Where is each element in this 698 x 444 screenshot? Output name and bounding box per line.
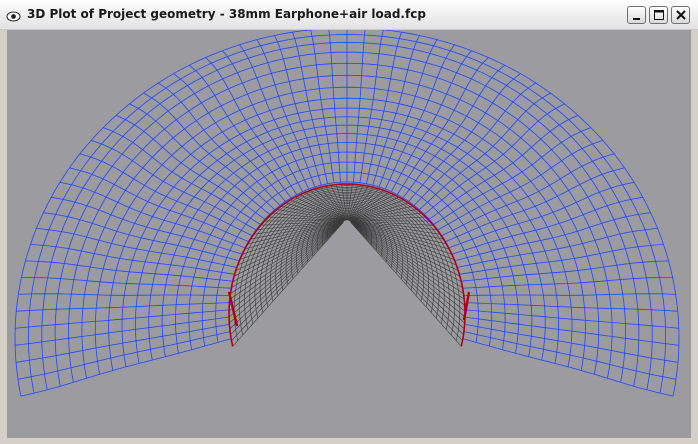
plot-window: 3D Plot of Project geometry - 38mm Earph… <box>0 0 698 444</box>
eye-icon[interactable] <box>6 8 21 22</box>
mesh-plot[interactable] <box>7 30 691 438</box>
minimize-icon <box>633 18 640 20</box>
close-button[interactable] <box>671 6 690 24</box>
window-title: 3D Plot of Project geometry - 38mm Earph… <box>27 7 426 21</box>
title-bar[interactable]: 3D Plot of Project geometry - 38mm Earph… <box>0 0 698 30</box>
window-frame-left <box>0 30 7 438</box>
maximize-button[interactable] <box>649 6 668 24</box>
window-frame-right <box>691 30 698 438</box>
maximize-icon <box>654 10 664 20</box>
close-icon <box>676 10 686 20</box>
plot-area[interactable] <box>7 30 691 438</box>
minimize-button[interactable] <box>627 6 646 24</box>
window-frame-bottom <box>0 438 698 444</box>
